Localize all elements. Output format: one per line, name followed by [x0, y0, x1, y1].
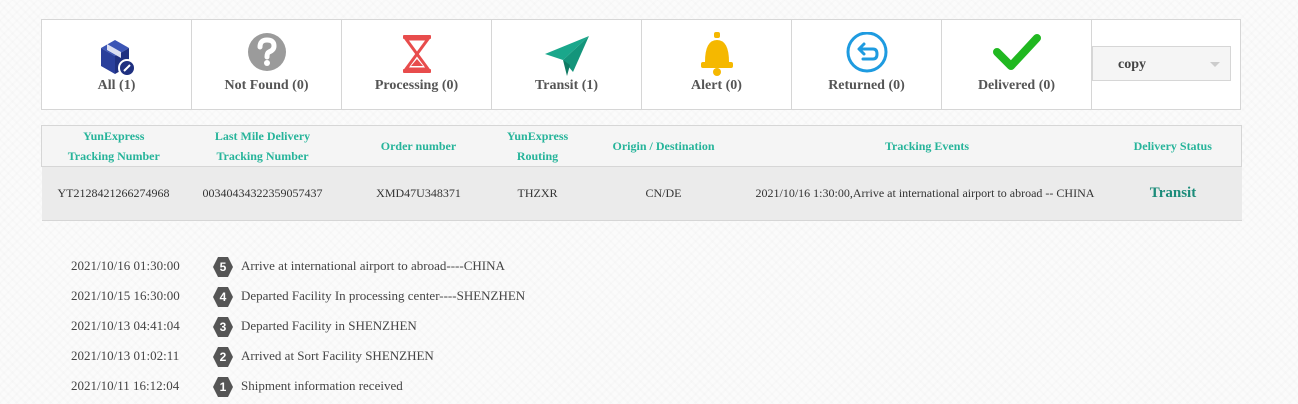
timeline-event: 2021/10/16 01:30:00 5 Arrive at internat… [0, 253, 900, 283]
tab-processing[interactable]: Processing (0) [342, 20, 492, 109]
timeline-event: 2021/10/13 01:02:11 2 Arrived at Sort Fa… [0, 343, 900, 373]
bell-icon [693, 32, 741, 80]
table-row[interactable]: YT2128421266274968 00340434322359057437 … [41, 166, 1242, 221]
copy-select-value: copy [1118, 57, 1146, 72]
event-time: 2021/10/13 04:41:04 [71, 318, 180, 333]
header-yunexpress-routing: YunExpress Routing [497, 125, 578, 167]
tracking-timeline: 2021/10/16 01:30:00 5 Arrive at internat… [0, 253, 900, 403]
status-filter-bar: All (1) Not Found (0) Processing (0) Tra… [41, 19, 1241, 110]
return-arrow-icon [843, 32, 891, 80]
event-description: Arrived at Sort Facility SHENZHEN [241, 348, 434, 363]
tab-all[interactable]: All (1) [42, 20, 192, 109]
cell-delivery-status: Transit [1104, 166, 1242, 221]
event-description: Departed Facility In processing center--… [241, 288, 526, 303]
event-time: 2021/10/16 01:30:00 [71, 258, 180, 273]
package-icon [93, 32, 141, 80]
header-yunexpress-tracking-number: YunExpress Tracking Number [41, 125, 186, 167]
tab-returned-label: Returned (0) [828, 78, 905, 93]
cell-last-mile-number: 00340434322359057437 [185, 166, 340, 221]
tab-delivered-label: Delivered (0) [977, 78, 1056, 93]
header-order-number: Order number [339, 125, 498, 167]
tracking-table: YunExpress Tracking Number Last Mile Del… [41, 125, 1242, 221]
cell-tracking-number: YT2128421266274968 [41, 166, 186, 221]
timeline-event: 2021/10/15 16:30:00 4 Departed Facility … [0, 283, 900, 313]
header-last-mile-tracking-number: Last Mile Delivery Tracking Number [185, 125, 340, 167]
chevron-down-icon [1210, 62, 1220, 67]
tab-all-label: All (1) [97, 78, 136, 93]
tab-not-found[interactable]: Not Found (0) [192, 20, 342, 109]
event-time: 2021/10/11 16:12:04 [71, 378, 180, 393]
copy-cell: copy [1092, 20, 1240, 109]
tab-delivered[interactable]: Delivered (0) [942, 20, 1092, 109]
event-description: Shipment information received [241, 378, 403, 393]
cell-order-number: XMD47U348371 [339, 166, 498, 221]
event-number-badge: 4 [212, 286, 234, 308]
cell-origin-destination: CN/DE [577, 166, 750, 221]
cell-routing: THZXR [497, 166, 578, 221]
tab-processing-label: Processing (0) [374, 78, 459, 93]
header-line: YunExpress [83, 129, 145, 143]
event-number: 3 [219, 320, 227, 334]
header-line: Tracking Number [216, 149, 309, 163]
header-tracking-events: Tracking Events [749, 125, 1105, 167]
event-description: Arrive at international airport to abroa… [241, 258, 505, 273]
event-number-badge: 5 [212, 256, 234, 278]
header-line: Delivery Status [1133, 139, 1212, 153]
tab-transit[interactable]: Transit (1) [492, 20, 642, 109]
header-line: Routing [516, 149, 559, 163]
checkmark-icon [992, 32, 1041, 80]
header-line: Tracking Events [884, 139, 970, 153]
question-icon [243, 32, 291, 80]
event-number: 2 [219, 350, 227, 364]
timeline-event: 2021/10/11 16:12:04 1 Shipment informati… [0, 373, 900, 403]
header-line: Origin / Destination [612, 139, 715, 153]
event-number-badge: 1 [212, 376, 234, 398]
timeline-event: 2021/10/13 04:41:04 3 Departed Facility … [0, 313, 900, 343]
tab-returned[interactable]: Returned (0) [792, 20, 942, 109]
tab-alert[interactable]: Alert (0) [642, 20, 792, 109]
tab-not-found-label: Not Found (0) [224, 78, 309, 93]
table-header-row: YunExpress Tracking Number Last Mile Del… [41, 125, 1242, 167]
header-line: Order number [380, 139, 457, 153]
header-origin-destination: Origin / Destination [577, 125, 750, 167]
header-line: YunExpress [506, 129, 569, 143]
paper-plane-icon [543, 32, 591, 80]
hourglass-icon [393, 32, 441, 80]
header-line: Tracking Number [67, 149, 160, 163]
tab-transit-label: Transit (1) [534, 78, 599, 93]
event-number: 1 [219, 380, 227, 394]
copy-select[interactable]: copy [1092, 46, 1231, 81]
event-number-badge: 3 [212, 316, 234, 338]
event-number: 4 [219, 290, 227, 304]
event-number-badge: 2 [212, 346, 234, 368]
header-line: Last Mile Delivery [214, 129, 311, 143]
cell-tracking-event: 2021/10/16 1:30:00,Arrive at internation… [749, 166, 1105, 221]
event-time: 2021/10/13 01:02:11 [71, 348, 180, 363]
event-number: 5 [219, 260, 227, 274]
event-time: 2021/10/15 16:30:00 [71, 288, 180, 303]
event-description: Departed Facility in SHENZHEN [241, 318, 417, 333]
tab-alert-label: Alert (0) [691, 78, 742, 93]
header-delivery-status: Delivery Status [1104, 125, 1242, 167]
